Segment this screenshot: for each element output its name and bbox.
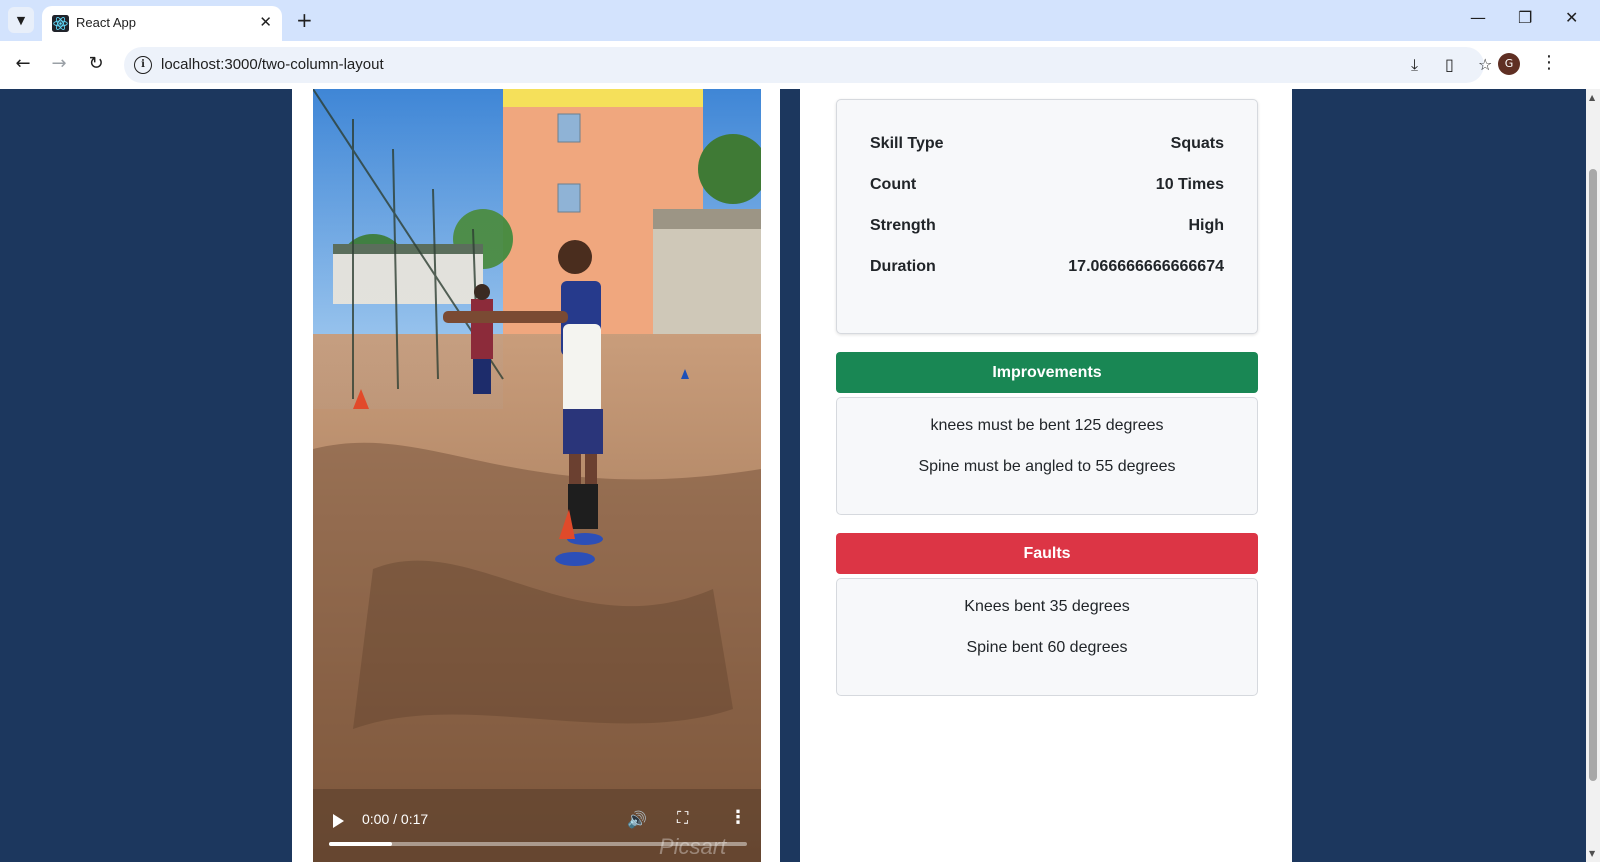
stat-label: Duration	[870, 258, 936, 275]
video-player[interactable]: 0:00 / 0:17 🔊 ⛶ ⋮ Picsart	[313, 89, 761, 862]
two-column-container: 0:00 / 0:17 🔊 ⛶ ⋮ Picsart Skill Type Squ…	[292, 89, 1292, 862]
stat-label: Skill Type	[870, 135, 944, 152]
window-close-icon[interactable]: ✕	[1565, 8, 1578, 27]
menu-icon[interactable]: ⋮	[1540, 52, 1558, 73]
stat-label: Count	[870, 176, 917, 193]
stat-row-duration: Duration 17.066666666666674	[870, 258, 1224, 282]
list-item: Knees bent 35 degrees	[964, 598, 1130, 615]
page-scrollbar[interactable]: ▲ ▼	[1586, 89, 1600, 862]
avatar[interactable]: G	[1498, 53, 1520, 75]
url-text[interactable]: localhost:3000/two-column-layout	[161, 56, 384, 73]
address-bar[interactable]: i localhost:3000/two-column-layout ⤓ ▯ ☆	[124, 47, 1492, 83]
video-frame	[313, 89, 761, 862]
back-icon[interactable]: ←	[11, 53, 35, 74]
faults-card: Knees bent 35 degrees Spine bent 60 degr…	[836, 578, 1258, 696]
video-time: 0:00 / 0:17	[362, 811, 429, 827]
left-column: 0:00 / 0:17 🔊 ⛶ ⋮ Picsart	[292, 89, 780, 862]
scroll-up-icon[interactable]: ▲	[1589, 93, 1595, 102]
reading-mode-icon[interactable]: ▯	[1445, 55, 1454, 74]
fullscreen-icon[interactable]: ⛶	[677, 808, 688, 828]
stats-card: Skill Type Squats Count 10 Times Strengt…	[836, 99, 1258, 334]
browser-tab[interactable]: React App ✕	[42, 6, 282, 41]
stat-value: High	[1188, 217, 1224, 234]
new-tab-button[interactable]: +	[296, 8, 313, 32]
page-viewport: 0:00 / 0:17 🔊 ⛶ ⋮ Picsart Skill Type Squ…	[0, 89, 1586, 862]
tab-list-icon[interactable]: ▼	[8, 7, 34, 33]
tab-strip: ▼ React App ✕ + — ❐ ✕	[0, 0, 1600, 41]
scrollbar-thumb[interactable]	[1589, 169, 1597, 781]
reload-icon[interactable]: ↻	[84, 53, 108, 74]
column-divider	[780, 89, 800, 862]
improvements-card: knees must be bent 125 degrees Spine mus…	[836, 397, 1258, 515]
forward-icon[interactable]: →	[47, 53, 71, 74]
play-icon[interactable]	[333, 814, 344, 828]
video-progress-fill	[329, 842, 392, 846]
list-item: Spine must be angled to 55 degrees	[918, 458, 1176, 475]
list-item: Spine bent 60 degrees	[966, 639, 1128, 656]
stat-value: 17.066666666666674	[1068, 258, 1224, 275]
right-column: Skill Type Squats Count 10 Times Strengt…	[800, 89, 1292, 862]
volume-icon[interactable]: 🔊	[627, 810, 647, 829]
bookmark-star-icon[interactable]: ☆	[1478, 55, 1492, 74]
react-favicon-icon	[52, 15, 69, 32]
scroll-down-icon[interactable]: ▼	[1589, 849, 1595, 858]
stat-value: Squats	[1170, 135, 1224, 152]
stat-label: Strength	[870, 217, 936, 234]
video-controls: 0:00 / 0:17 🔊 ⛶ ⋮ Picsart	[313, 802, 761, 862]
tab-close-icon[interactable]: ✕	[259, 13, 272, 31]
video-menu-icon[interactable]: ⋮	[729, 807, 747, 828]
stat-value: 10 Times	[1155, 176, 1224, 193]
info-icon[interactable]: i	[134, 56, 152, 74]
watermark: Picsart	[659, 834, 727, 859]
minimize-icon[interactable]: —	[1470, 8, 1486, 27]
browser-toolbar: ← → ↻ i localhost:3000/two-column-layout…	[0, 41, 1600, 90]
tab-title: React App	[76, 15, 136, 30]
improvements-header: Improvements	[836, 352, 1258, 393]
stat-row-strength: Strength High	[870, 217, 1224, 241]
stat-row-count: Count 10 Times	[870, 176, 1224, 200]
restore-icon[interactable]: ❐	[1518, 8, 1532, 27]
list-item: knees must be bent 125 degrees	[930, 417, 1164, 434]
install-icon[interactable]: ⤓	[1411, 55, 1418, 75]
stat-row-skill-type: Skill Type Squats	[870, 135, 1224, 159]
faults-header: Faults	[836, 533, 1258, 574]
